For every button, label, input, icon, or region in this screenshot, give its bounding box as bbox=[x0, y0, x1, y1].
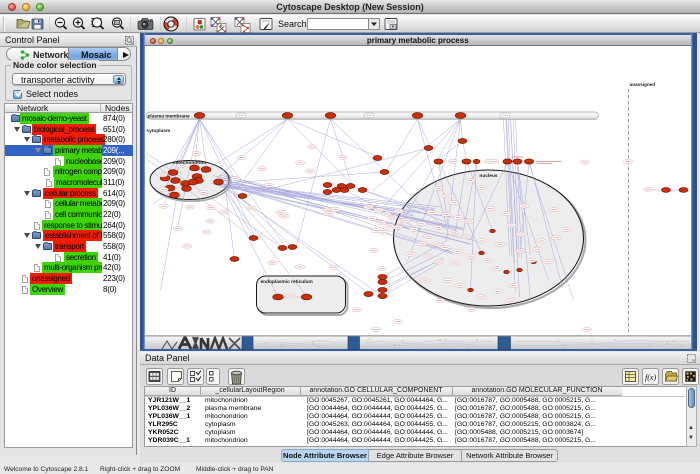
svg-text:nucleus: nucleus bbox=[479, 173, 497, 179]
svg-text:Search:: Search: bbox=[278, 19, 309, 29]
svg-text:f(x): f(x) bbox=[645, 373, 656, 382]
svg-text:cytoplasm: cytoplasm bbox=[146, 128, 170, 134]
svg-text:endoplasmic reticulum: endoplasmic reticulum bbox=[260, 279, 312, 285]
svg-text:mitochondrion: mitochondrion bbox=[172, 160, 206, 166]
svg-text:unassigned: unassigned bbox=[629, 82, 655, 87]
svg-text:plasma membrane: plasma membrane bbox=[147, 113, 189, 119]
